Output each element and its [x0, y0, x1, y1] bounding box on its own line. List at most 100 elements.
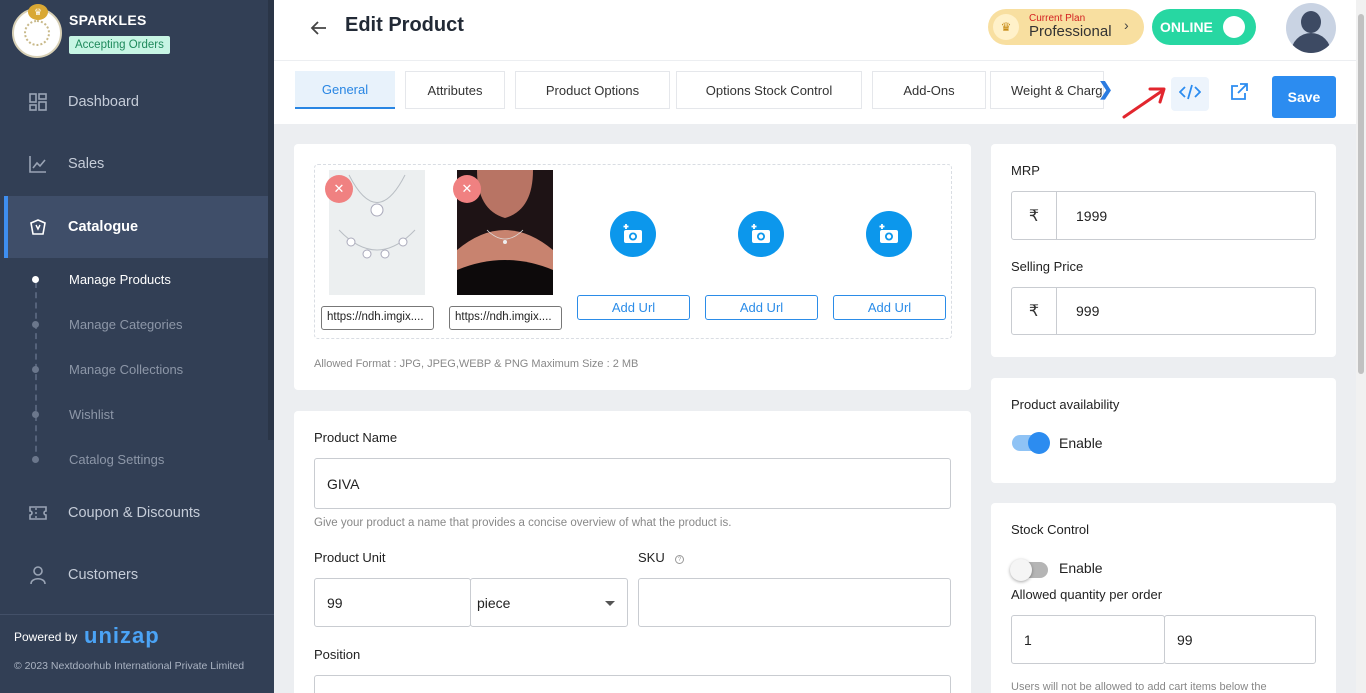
availability-enable-label: Enable — [1059, 435, 1103, 451]
sidebar-item-label: Customers — [68, 567, 139, 583]
sku-label: SKU — [638, 550, 665, 565]
info-icon[interactable]: ? — [675, 555, 684, 564]
images-card: ✕ https://ndh.imgix.... ✕ https://ndh.im… — [294, 144, 971, 390]
product-name-hint: Give your product a name that provides a… — [314, 517, 732, 529]
image-format-hint: Allowed Format : JPG, JPEG,WEBP & PNG Ma… — [314, 358, 639, 370]
product-unit-label: Product Unit — [314, 550, 386, 565]
sidebar-subitem-manage-collections[interactable]: Manage Collections — [69, 362, 183, 377]
sidebar-subitem-wishlist[interactable]: Wishlist — [69, 407, 114, 422]
add-photo-icon[interactable] — [610, 211, 656, 257]
page-header: Edit Product ♛ Current Plan Professional… — [274, 0, 1356, 60]
sidebar-item-label: Coupon & Discounts — [68, 505, 201, 521]
save-button[interactable]: Save — [1272, 76, 1336, 118]
current-plan-button[interactable]: ♛ Current Plan Professional › — [988, 9, 1144, 45]
product-unit-input[interactable]: 99 — [314, 578, 471, 627]
availability-label: Product availability — [1011, 397, 1120, 412]
crown-icon: ♛ — [993, 14, 1019, 40]
unit-type-value: piece — [477, 594, 511, 611]
external-link-icon — [1230, 82, 1248, 106]
code-embed-button[interactable] — [1171, 77, 1209, 111]
image-upload-area: ✕ https://ndh.imgix.... ✕ https://ndh.im… — [314, 164, 952, 339]
stock-note: Users will not be allowed to add cart it… — [1011, 681, 1267, 693]
submenu-dot — [32, 411, 39, 418]
unit-type-select[interactable]: piece — [470, 578, 628, 627]
image-url-field-1[interactable]: https://ndh.imgix.... — [321, 306, 434, 330]
pricing-card: MRP 1999 ₹ Selling Price 999 ₹ — [991, 144, 1336, 357]
page-scrollbar[interactable] — [1356, 0, 1366, 693]
tab-attributes[interactable]: Attributes — [405, 71, 505, 109]
sidebar-item-label: Catalogue — [68, 219, 139, 235]
add-url-button[interactable]: Add Url — [705, 295, 818, 320]
powered-by-text: Powered by — [14, 630, 78, 644]
submenu-dot — [32, 456, 39, 463]
sidebar-item-catalogue[interactable]: Catalogue — [4, 196, 268, 258]
submenu-dot — [32, 321, 39, 328]
tab-product-options[interactable]: Product Options — [515, 71, 670, 109]
availability-toggle[interactable] — [1012, 432, 1050, 454]
tab-add-ons[interactable]: Add-Ons — [872, 71, 986, 109]
stock-enable-label: Enable — [1059, 560, 1103, 576]
preview-button[interactable] — [1220, 77, 1258, 111]
chart-line-icon — [28, 154, 48, 174]
availability-card: Product availability Enable — [991, 378, 1336, 483]
code-icon — [1178, 84, 1202, 105]
tab-options-stock-control[interactable]: Options Stock Control — [676, 71, 862, 109]
allowed-quantity-label: Allowed quantity per order — [1011, 587, 1163, 602]
crown-icon: ♛ — [28, 4, 48, 20]
page-title: Edit Product — [345, 14, 464, 36]
tab-general[interactable]: General — [295, 71, 395, 109]
submenu-dot — [32, 366, 39, 373]
remove-image-button[interactable]: ✕ — [325, 175, 353, 203]
store-name: SPARKLES — [69, 12, 147, 28]
image-url-field-2[interactable]: https://ndh.imgix.... — [449, 306, 562, 330]
chevron-right-icon: › — [1124, 17, 1129, 33]
sku-input[interactable] — [638, 578, 951, 627]
sidebar-subitem-manage-products[interactable]: Manage Products — [69, 272, 171, 287]
sidebar-subitem-manage-categories[interactable]: Manage Categories — [69, 317, 182, 332]
position-input[interactable] — [314, 675, 951, 693]
coupon-icon — [28, 503, 48, 523]
max-quantity-input[interactable]: 99 — [1164, 615, 1316, 664]
sidebar-item-label: Dashboard — [68, 94, 139, 110]
tab-weight-charges[interactable]: Weight & Charg — [990, 71, 1104, 109]
dashboard-icon — [28, 92, 48, 112]
toggle-knob — [1223, 16, 1245, 38]
copyright-text: © 2023 Nextdoorhub International Private… — [14, 660, 245, 672]
store-status-badge: Accepting Orders — [69, 36, 170, 54]
unizap-logo: unizap — [84, 623, 160, 648]
store-brand[interactable]: ♛ SPARKLES Accepting Orders — [10, 4, 270, 66]
position-label: Position — [314, 647, 361, 662]
online-label: ONLINE — [1160, 19, 1213, 35]
submenu-dot — [32, 276, 39, 283]
sidebar: ♛ SPARKLES Accepting Orders Dashboard Sa… — [0, 0, 274, 693]
product-name-label: Product Name — [314, 430, 398, 445]
sidebar-item-dashboard[interactable]: Dashboard — [4, 71, 268, 133]
remove-image-button[interactable]: ✕ — [453, 175, 481, 203]
red-arrow-icon — [1120, 81, 1170, 126]
add-photo-icon[interactable] — [866, 211, 912, 257]
back-arrow-icon[interactable] — [308, 17, 330, 39]
sidebar-item-label: Sales — [68, 156, 105, 172]
sidebar-item-sales[interactable]: Sales — [4, 133, 268, 195]
online-toggle[interactable]: ONLINE — [1152, 9, 1256, 45]
tab-bar: General Attributes Product Options Optio… — [274, 60, 1356, 124]
stock-control-toggle[interactable] — [1010, 559, 1048, 581]
caret-down-icon — [605, 601, 615, 606]
sidebar-item-customers[interactable]: Customers — [4, 544, 268, 606]
product-details-card: Product Name GIVA Give your product a na… — [294, 411, 971, 693]
add-photo-icon[interactable] — [738, 211, 784, 257]
add-url-button[interactable]: Add Url — [833, 295, 946, 320]
stock-control-card: Stock Control Enable Allowed quantity pe… — [991, 503, 1336, 693]
mrp-label: MRP — [1011, 163, 1040, 178]
avatar[interactable] — [1286, 3, 1336, 53]
rupee-icon: ₹ — [1012, 192, 1057, 239]
user-icon — [28, 565, 48, 585]
product-name-input[interactable]: GIVA — [314, 458, 951, 509]
chevron-right-icon[interactable]: ❯ — [1098, 79, 1113, 100]
sidebar-item-coupons[interactable]: Coupon & Discounts — [4, 482, 268, 544]
add-url-button[interactable]: Add Url — [577, 295, 690, 320]
sidebar-subitem-catalog-settings[interactable]: Catalog Settings — [69, 452, 164, 467]
plan-name: Professional — [1029, 23, 1112, 40]
stock-control-label: Stock Control — [1011, 522, 1090, 537]
min-quantity-input[interactable]: 1 — [1011, 615, 1165, 664]
